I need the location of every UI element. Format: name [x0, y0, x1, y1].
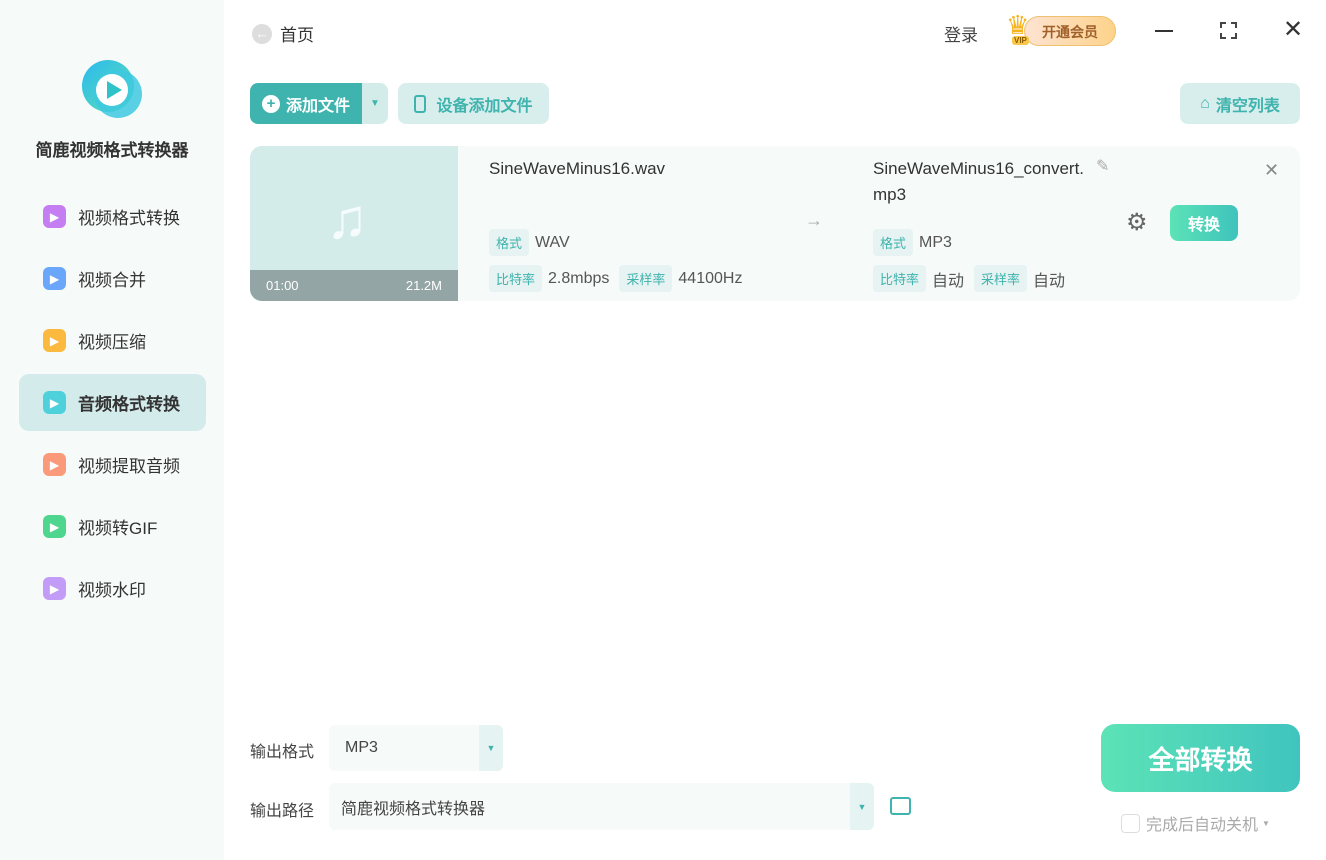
- format-tag: 格式: [873, 229, 913, 256]
- login-link[interactable]: 登录: [944, 21, 978, 46]
- chevron-down-icon: ▼: [850, 783, 874, 830]
- samplerate-tag: 采样率: [974, 265, 1027, 292]
- output-format-label: 输出格式: [250, 738, 314, 762]
- vip-button[interactable]: ♛ VIP 开通会员: [1006, 14, 1118, 48]
- sidebar-item-3[interactable]: ▶ 音频格式转换: [19, 374, 206, 431]
- format-tag: 格式: [489, 229, 529, 256]
- gif-icon: ▶: [43, 515, 66, 538]
- output-format-select[interactable]: MP3 ▼: [329, 725, 503, 771]
- arrow-right-icon: →: [805, 210, 823, 231]
- vip-badge: VIP: [1012, 36, 1029, 45]
- add-file-dropdown[interactable]: ▼: [362, 83, 388, 124]
- output-path-value: 简鹿视频格式转换器: [341, 795, 485, 819]
- folder-icon[interactable]: [890, 797, 911, 815]
- clear-list-label: 清空列表: [1216, 92, 1280, 116]
- sidebar-item-0[interactable]: ▶ 视频格式转换: [19, 188, 206, 245]
- file-item: ♫ 01:00 21.2M SineWaveMinus16.wav 格式 WAV 比…: [250, 146, 1300, 301]
- video-compress-icon: ▶: [43, 329, 66, 352]
- sidebar-item-label: 视频水印: [78, 576, 146, 601]
- target-samplerate: 自动: [1033, 267, 1065, 291]
- convert-all-button[interactable]: 全部转换: [1101, 724, 1300, 792]
- sidebar-item-label: 视频压缩: [78, 328, 146, 353]
- sidebar-item-label: 视频格式转换: [78, 204, 180, 229]
- samplerate-tag: 采样率: [619, 265, 672, 292]
- plus-icon: +: [262, 95, 280, 113]
- settings-icon[interactable]: ⚙: [1126, 208, 1148, 237]
- checkbox[interactable]: [1121, 814, 1140, 833]
- convert-button[interactable]: 转换: [1170, 205, 1238, 241]
- sidebar-item-6[interactable]: ▶ 视频水印: [19, 560, 206, 617]
- sidebar-item-5[interactable]: ▶ 视频转GIF: [19, 498, 206, 555]
- bitrate-tag: 比特率: [489, 265, 542, 292]
- minimize-button[interactable]: [1155, 30, 1173, 32]
- add-file-button[interactable]: + 添加文件: [250, 83, 362, 124]
- watermark-icon: ▶: [43, 577, 66, 600]
- chevron-down-icon: ▼: [479, 725, 503, 771]
- sidebar-item-label: 视频提取音频: [78, 452, 180, 477]
- file-size: 21.2M: [406, 278, 442, 293]
- output-format-value: MP3: [345, 739, 378, 757]
- output-path-label: 输出路径: [250, 797, 314, 821]
- video-convert-icon: ▶: [43, 205, 66, 228]
- source-samplerate: 44100Hz: [678, 270, 742, 288]
- source-filename: SineWaveMinus16.wav: [489, 156, 665, 182]
- auto-shutdown-option[interactable]: 完成后自动关机 ▼: [1121, 811, 1270, 835]
- back-icon: ←: [252, 24, 272, 44]
- duration: 01:00: [266, 278, 299, 293]
- sidebar-item-label: 视频合并: [78, 266, 146, 291]
- app-title: 简鹿视频格式转换器: [0, 136, 224, 161]
- sidebar-item-1[interactable]: ▶ 视频合并: [19, 250, 206, 307]
- vip-label: 开通会员: [1042, 22, 1098, 42]
- target-format: MP3: [919, 234, 952, 252]
- close-button[interactable]: ✕: [1283, 15, 1303, 44]
- output-path-select[interactable]: 简鹿视频格式转换器 ▼: [329, 783, 874, 830]
- audio-convert-icon: ▶: [43, 391, 66, 414]
- source-bitrate: 2.8mbps: [548, 270, 609, 288]
- chevron-down-icon[interactable]: ▼: [1262, 819, 1270, 828]
- device-add-label: 设备添加文件: [436, 92, 532, 116]
- remove-file-icon[interactable]: ✕: [1264, 160, 1279, 181]
- clear-list-button[interactable]: ⌂ 清空列表: [1180, 83, 1300, 124]
- file-thumbnail: ♫ 01:00 21.2M: [250, 146, 458, 301]
- maximize-button[interactable]: [1220, 22, 1237, 39]
- sidebar-item-label: 视频转GIF: [78, 514, 157, 539]
- sidebar-item-label: 音频格式转换: [78, 390, 180, 415]
- edit-icon[interactable]: ✎: [1096, 156, 1109, 176]
- source-format: WAV: [535, 234, 570, 252]
- phone-icon: [414, 95, 426, 113]
- add-file-label: 添加文件: [286, 92, 350, 116]
- video-merge-icon: ▶: [43, 267, 66, 290]
- sidebar-item-2[interactable]: ▶ 视频压缩: [19, 312, 206, 369]
- home-label: 首页: [280, 21, 314, 46]
- target-bitrate: 自动: [932, 267, 964, 291]
- device-add-button[interactable]: 设备添加文件: [398, 83, 549, 124]
- music-note-icon: ♫: [326, 186, 368, 251]
- bitrate-tag: 比特率: [873, 265, 926, 292]
- broom-icon: ⌂: [1200, 95, 1210, 113]
- sidebar: 简鹿视频格式转换器 ▶ 视频格式转换 ▶ 视频合并 ▶ 视频压缩 ▶ 音频格式转换 ▶ 视频提取音…: [0, 0, 224, 860]
- auto-shutdown-label: 完成后自动关机: [1146, 811, 1258, 835]
- sidebar-item-4[interactable]: ▶ 视频提取音频: [19, 436, 206, 493]
- app-logo-icon: [80, 58, 144, 122]
- target-filename: SineWaveMinus16_convert.mp3: [873, 156, 1088, 208]
- extract-audio-icon: ▶: [43, 453, 66, 476]
- home-link[interactable]: ← 首页: [252, 21, 314, 46]
